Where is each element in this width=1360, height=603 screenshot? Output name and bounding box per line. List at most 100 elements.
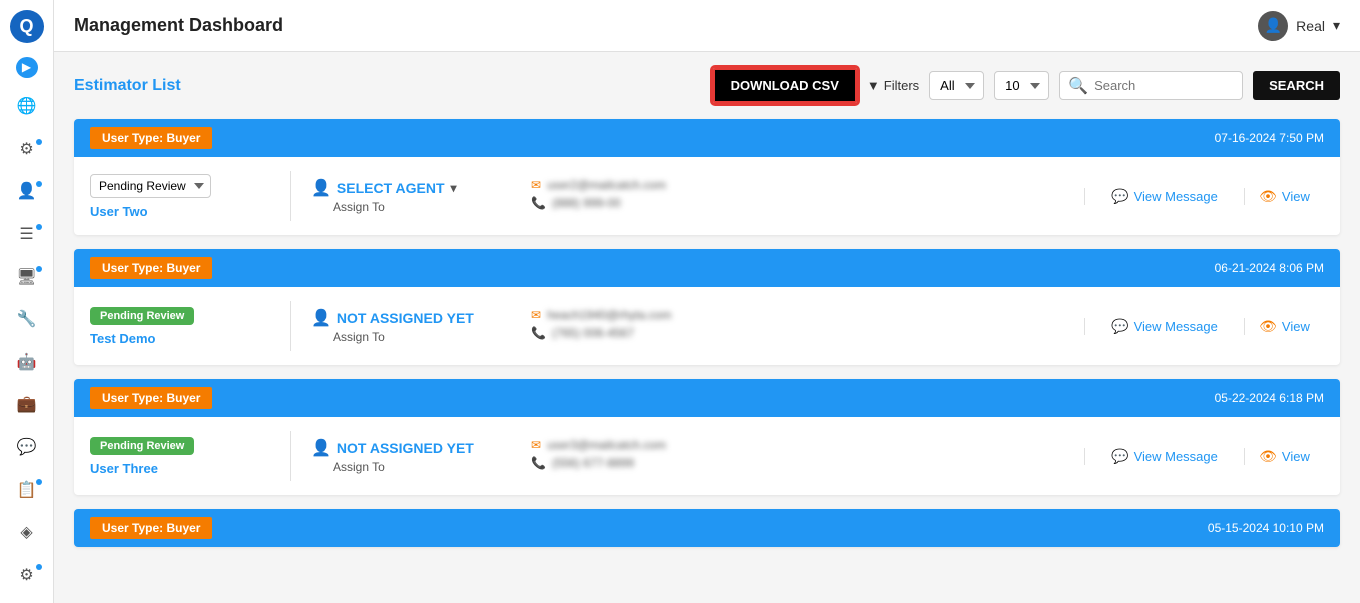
sidebar-item-globe[interactable]: 🌐 <box>8 88 46 125</box>
agent-chevron-1[interactable]: ▾ <box>451 181 457 195</box>
app-logo[interactable]: Q <box>10 10 44 43</box>
sidebar-item-robot[interactable]: 🤖 <box>8 343 46 380</box>
search-wrap: 🔍 <box>1059 71 1243 100</box>
sidebar-item-person[interactable]: 👤 <box>8 173 46 210</box>
user-menu[interactable]: 👤 Real ▾ <box>1258 11 1340 41</box>
phone-icon-3: 📞 <box>531 456 546 470</box>
card-2-body: Pending Review Test Demo 👤 NOT ASSIGNED … <box>74 287 1340 365</box>
col-agent-1: 👤 SELECT AGENT ▾ Assign To <box>311 178 531 214</box>
agent-assign-2: Assign To <box>311 330 515 344</box>
sidebar-item-layers[interactable]: ◈ <box>8 514 46 551</box>
user-type-badge-4: User Type: Buyer <box>90 517 212 539</box>
search-input[interactable] <box>1094 72 1234 99</box>
card-3-header-left: User Type: Buyer <box>90 387 212 409</box>
card-2-header-left: User Type: Buyer <box>90 257 212 279</box>
chevron-down-icon: ▾ <box>1333 17 1340 34</box>
user-type-badge-3: User Type: Buyer <box>90 387 212 409</box>
user-type-badge-1: User Type: Buyer <box>90 127 212 149</box>
divider-1 <box>290 171 291 221</box>
contact-phone-row-1: 📞 (888) 999-00 <box>531 196 1068 210</box>
filter-icon: ▼ <box>867 78 880 93</box>
agent-assign-3: Assign To <box>311 460 515 474</box>
contact-phone-row-2: 📞 (765) 006-4567 <box>531 326 1068 340</box>
status-badge-3: Pending Review <box>90 437 194 455</box>
user-type-badge-2: User Type: Buyer <box>90 257 212 279</box>
card-1-header-left: User Type: Buyer <box>90 127 212 149</box>
sidebar-item-chat[interactable]: 💬 <box>8 429 46 466</box>
view-link-3[interactable]: 👁 View <box>1259 448 1310 465</box>
sidebar-item-gear-group[interactable]: ⚙ <box>8 556 46 593</box>
view-message-link-1[interactable]: 💬 View Message <box>1111 188 1218 205</box>
contact-email-row-1: ✉ user2@mailcatch.com <box>531 178 1068 192</box>
card-2: User Type: Buyer 06-21-2024 8:06 PM Pend… <box>74 249 1340 365</box>
username-3[interactable]: User Three <box>90 461 274 476</box>
page-title: Management Dashboard <box>74 15 283 36</box>
sidebar-item-tool[interactable]: 🔧 <box>8 301 46 338</box>
username-2[interactable]: Test Demo <box>90 331 274 346</box>
email-value-1: user2@mailcatch.com <box>547 178 666 192</box>
agent-name-2: 👤 NOT ASSIGNED YET <box>311 308 515 328</box>
sidebar-item-contact[interactable]: 📋 <box>8 471 46 508</box>
avatar: 👤 <box>1258 11 1288 41</box>
col-actions-3: 💬 View Message <box>1084 448 1244 465</box>
sidebar-item-desktop[interactable]: 🖥 <box>8 258 46 295</box>
col-status-2: Pending Review Test Demo <box>90 306 290 346</box>
email-icon-3: ✉ <box>531 438 541 452</box>
estimator-list-title: Estimator List <box>74 77 703 95</box>
card-1-body: Pending Review User Two 👤 SELECT AGENT ▾… <box>74 157 1340 235</box>
card-3-header: User Type: Buyer 05-22-2024 6:18 PM <box>74 379 1340 417</box>
status-dropdown-wrap-1: Pending Review <box>90 174 274 198</box>
status-select-1[interactable]: Pending Review <box>90 174 211 198</box>
col-agent-3: 👤 NOT ASSIGNED YET Assign To <box>311 438 531 474</box>
message-icon-1: 💬 <box>1111 188 1128 205</box>
email-icon-2: ✉ <box>531 308 541 322</box>
email-icon-1: ✉ <box>531 178 541 192</box>
col-contact-2: ✉ heach1940@rhyta.com 📞 (765) 006-4567 <box>531 308 1084 344</box>
agent-name-3: 👤 NOT ASSIGNED YET <box>311 438 515 458</box>
divider-3 <box>290 431 291 481</box>
card-3-date: 05-22-2024 6:18 PM <box>1215 391 1324 405</box>
email-value-3: user3@mailcatch.com <box>547 438 666 452</box>
per-page-dropdown[interactable]: 10 <box>994 71 1049 100</box>
sidebar-toggle[interactable]: ▶ <box>16 57 38 78</box>
phone-value-1: (888) 999-00 <box>552 196 621 210</box>
card-4-header: User Type: Buyer 05-15-2024 10:10 PM <box>74 509 1340 547</box>
desktop-dot <box>36 266 42 272</box>
view-link-1[interactable]: 👁 View <box>1259 188 1310 205</box>
settings-dot <box>36 139 42 145</box>
top-bar: Estimator List DOWNLOAD CSV ▼ Filters Al… <box>74 68 1340 103</box>
agent-name-1: 👤 SELECT AGENT ▾ <box>311 178 515 198</box>
view-message-link-2[interactable]: 💬 View Message <box>1111 318 1218 335</box>
contact-email-row-3: ✉ user3@mailcatch.com <box>531 438 1068 452</box>
agent-person-icon-1: 👤 <box>311 178 331 198</box>
col-view-1: 👁 View <box>1244 188 1324 205</box>
username-1[interactable]: User Two <box>90 204 274 219</box>
search-button[interactable]: SEARCH <box>1253 71 1340 100</box>
gear-dot <box>36 564 42 570</box>
list-dot <box>36 224 42 230</box>
header: Management Dashboard 👤 Real ▾ <box>54 0 1360 52</box>
view-link-2[interactable]: 👁 View <box>1259 318 1310 335</box>
card-1-date: 07-16-2024 7:50 PM <box>1215 131 1324 145</box>
col-actions-1: 💬 View Message <box>1084 188 1244 205</box>
col-actions-2: 💬 View Message <box>1084 318 1244 335</box>
phone-value-3: (556) 677-8899 <box>552 456 634 470</box>
col-view-2: 👁 View <box>1244 318 1324 335</box>
sidebar-item-list[interactable]: ☰ <box>8 216 46 253</box>
col-contact-3: ✉ user3@mailcatch.com 📞 (556) 677-8899 <box>531 438 1084 474</box>
sidebar-item-briefcase[interactable]: 💼 <box>8 386 46 423</box>
card-1: User Type: Buyer 07-16-2024 7:50 PM Pend… <box>74 119 1340 235</box>
view-message-link-3[interactable]: 💬 View Message <box>1111 448 1218 465</box>
card-4: User Type: Buyer 05-15-2024 10:10 PM <box>74 509 1340 547</box>
sidebar-item-settings[interactable]: ⚙ <box>8 131 46 168</box>
agent-person-icon-2: 👤 <box>311 308 331 328</box>
col-view-3: 👁 View <box>1244 448 1324 465</box>
status-badge-2: Pending Review <box>90 307 194 325</box>
filter-dropdown[interactable]: All <box>929 71 984 100</box>
view-icon-1: 👁 <box>1259 188 1277 205</box>
download-csv-button[interactable]: DOWNLOAD CSV <box>713 68 857 103</box>
card-3-body: Pending Review User Three 👤 NOT ASSIGNED… <box>74 417 1340 495</box>
col-status-1: Pending Review User Two <box>90 174 290 219</box>
contact-dot <box>36 479 42 485</box>
person-dot <box>36 181 42 187</box>
